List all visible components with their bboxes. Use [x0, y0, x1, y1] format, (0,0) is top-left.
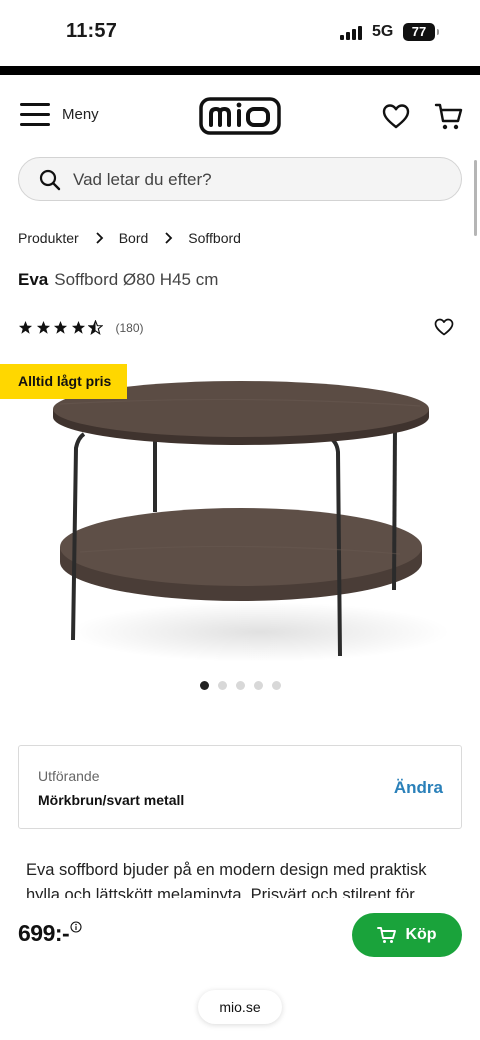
breadcrumb-soffbord[interactable]: Soffbord	[188, 230, 241, 246]
carousel-dot[interactable]	[218, 681, 227, 690]
carousel-dot[interactable]	[200, 681, 209, 690]
cart-icon	[377, 927, 397, 943]
top-divider	[0, 66, 480, 75]
review-count[interactable]: (180)	[116, 321, 144, 335]
mio-logo[interactable]	[199, 97, 281, 135]
menu-button[interactable]: Meny	[20, 103, 99, 126]
info-icon[interactable]	[70, 921, 82, 933]
carousel-dot[interactable]	[272, 681, 281, 690]
breadcrumb-bord[interactable]: Bord	[119, 230, 149, 246]
variant-label: Utförande	[38, 768, 100, 784]
low-price-badge: Alltid lågt pris	[0, 364, 127, 399]
site-header: Meny	[0, 75, 480, 155]
chevron-right-icon	[165, 232, 173, 244]
search-placeholder: Vad letar du efter?	[73, 170, 212, 189]
menu-icon	[20, 103, 50, 126]
product-subtitle: Soffbord Ø80 H45 cm	[54, 270, 219, 289]
signal-icon	[340, 26, 364, 40]
product-description: Eva soffbord bjuder på en modern design …	[26, 861, 427, 900]
star-icon	[18, 320, 33, 334]
cart-icon[interactable]	[434, 101, 464, 131]
change-variant-button[interactable]: Ändra	[394, 778, 443, 798]
search-icon	[39, 169, 61, 191]
chevron-right-icon	[96, 232, 103, 244]
product-name: Eva	[18, 270, 49, 289]
buy-button[interactable]: Köp	[352, 913, 462, 957]
breadcrumb-produkter[interactable]: Produkter	[18, 230, 79, 246]
scroll-indicator[interactable]	[474, 160, 477, 236]
breadcrumb: Produkter Bord Soffbord	[18, 230, 241, 246]
star-icon	[36, 320, 50, 334]
half-star-icon	[88, 320, 103, 335]
price: 699:-	[18, 920, 70, 946]
variant-value: Mörkbrun/svart metall	[38, 792, 185, 808]
search-input[interactable]: Vad letar du efter?	[18, 157, 462, 201]
buy-button-label: Köp	[405, 926, 437, 943]
carousel-dot[interactable]	[254, 681, 263, 690]
heart-icon[interactable]	[382, 103, 410, 129]
carousel-dot[interactable]	[236, 681, 245, 690]
variant-selector[interactable]: Utförande Mörkbrun/svart metall Ändra	[18, 745, 462, 829]
status-time: 11:57	[66, 20, 118, 42]
product-image[interactable]	[0, 364, 480, 674]
battery-icon: 77	[403, 23, 439, 41]
product-title: Eva Soffbord Ø80 H45 cm	[18, 270, 218, 290]
status-bar: 11:57 5G 77	[0, 0, 480, 66]
heart-icon[interactable]	[434, 318, 454, 336]
star-icon	[53, 320, 68, 334]
menu-label: Meny	[62, 105, 99, 123]
browser-url-bar[interactable]: mio.se	[198, 990, 282, 1024]
network-type: 5G	[372, 23, 394, 40]
star-icon	[71, 320, 85, 334]
product-rating[interactable]: (180)	[18, 320, 144, 335]
image-carousel-dots	[200, 681, 290, 690]
